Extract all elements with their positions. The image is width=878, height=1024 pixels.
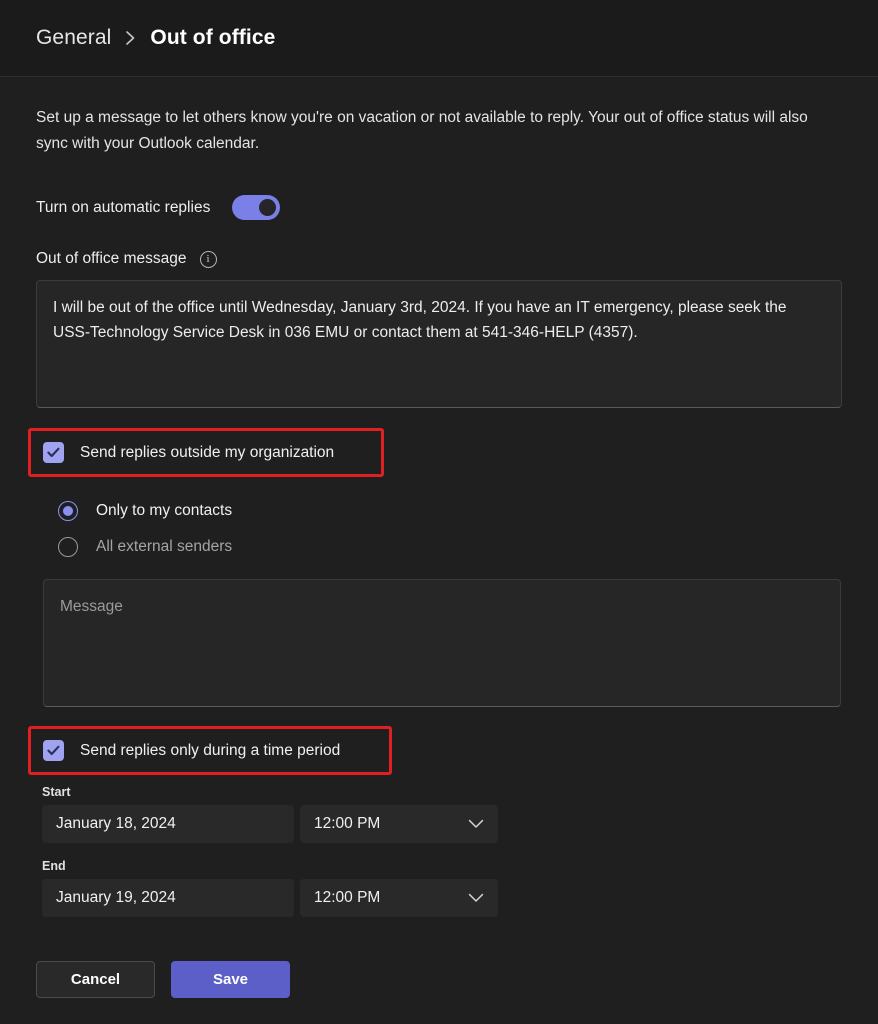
- start-caption: Start: [42, 785, 71, 799]
- start-date-input[interactable]: [42, 805, 294, 843]
- breadcrumb-current-out-of-office: Out of office: [150, 26, 276, 49]
- chevron-down-icon: [468, 819, 484, 829]
- radio-dot: [63, 506, 73, 516]
- form-actions: Cancel Save: [36, 961, 842, 998]
- send-outside-org-highlight: Send replies outside my organization: [28, 428, 384, 477]
- save-button[interactable]: Save: [171, 961, 290, 998]
- external-message-textarea[interactable]: [43, 579, 841, 707]
- time-period-highlight: Send replies only during a time period: [28, 726, 392, 775]
- cancel-button[interactable]: Cancel: [36, 961, 155, 998]
- radio-row-all-external[interactable]: All external senders: [58, 529, 842, 565]
- start-datetime-row: 12:00 PM: [42, 805, 842, 843]
- intro-description: Set up a message to let others know you'…: [36, 109, 808, 152]
- end-date-input[interactable]: [42, 879, 294, 917]
- toggle-knob: [259, 199, 277, 216]
- page-header: General Out of office: [0, 0, 878, 77]
- oof-message-label-row: Out of office message i: [36, 250, 842, 268]
- end-time-select[interactable]: 12:00 PM: [300, 879, 498, 917]
- end-time-value: 12:00 PM: [314, 889, 381, 906]
- oof-message-textarea[interactable]: [36, 280, 842, 408]
- send-outside-org-label: Send replies outside my organization: [80, 443, 335, 461]
- breadcrumb: General Out of office: [36, 26, 275, 50]
- time-period-checkbox[interactable]: [43, 740, 64, 761]
- breadcrumb-parent-general[interactable]: General: [36, 26, 111, 50]
- time-period-label: Send replies only during a time period: [80, 741, 341, 759]
- chevron-down-icon: [468, 893, 484, 903]
- start-time-value: 12:00 PM: [314, 815, 381, 832]
- radio-row-only-contacts[interactable]: Only to my contacts: [58, 493, 842, 529]
- radio-label-only-contacts: Only to my contacts: [96, 502, 233, 519]
- external-audience-radio-group: Only to my contacts All external senders: [36, 493, 842, 565]
- oof-message-label: Out of office message: [36, 250, 187, 267]
- radio-label-all-external: All external senders: [96, 538, 233, 555]
- out-of-office-settings-page: General Out of office Set up a message t…: [0, 0, 878, 1024]
- end-datetime-row: 12:00 PM: [42, 879, 842, 917]
- automatic-replies-toggle[interactable]: [232, 195, 281, 220]
- info-icon[interactable]: i: [199, 250, 217, 268]
- end-caption: End: [42, 859, 66, 873]
- automatic-replies-label: Turn on automatic replies: [36, 198, 211, 216]
- radio-all-external[interactable]: [58, 537, 78, 557]
- settings-body: Set up a message to let others know you'…: [0, 105, 878, 998]
- automatic-replies-row: Turn on automatic replies: [36, 195, 842, 220]
- start-time-select[interactable]: 12:00 PM: [300, 805, 498, 843]
- end-datetime-block: End 12:00 PM: [36, 859, 842, 917]
- radio-only-contacts[interactable]: [58, 501, 78, 521]
- start-datetime-block: Start 12:00 PM: [36, 785, 842, 843]
- send-outside-org-checkbox[interactable]: [43, 442, 64, 463]
- chevron-right-icon: [125, 30, 136, 46]
